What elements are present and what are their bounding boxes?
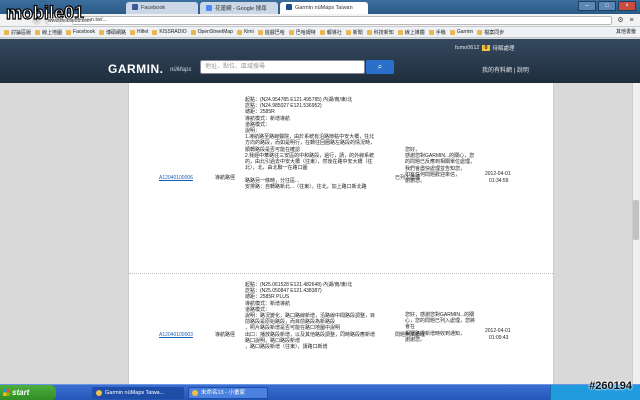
browser-icon [96,390,102,396]
case-reply: 您好， 感謝您對GARMIN...的關心，您的問題已反應到相關單位處理， 我們會… [405,147,476,185]
page-menu-icon[interactable]: ≡ [627,16,636,25]
folder-icon [257,29,263,35]
case-time: 01:09:43 [489,335,509,341]
case-type: 導航路徑 [215,332,236,338]
tab-google-search[interactable]: 花蓮網 - Google 搜尋 [200,2,278,14]
folder-icon [35,29,41,35]
paint-icon [192,390,198,396]
address-bar[interactable]: garmin.tw/... [72,16,612,25]
watermark-url: www.mobile01.com [48,18,92,24]
case-id-link[interactable]: A12040100003 [159,332,193,338]
folder-icon [345,29,351,35]
start-button[interactable]: start [0,385,56,400]
notification-badge: 0 [482,45,490,51]
taskbar-item-browser[interactable]: Garmin nüMaps Taiwa... [92,387,184,399]
bookmark-item[interactable]: Hifiet [130,29,148,35]
bookmark-item[interactable]: Kimi [236,29,254,35]
bookmark-item[interactable]: 線上地圖 [35,29,62,36]
garmin-logo[interactable]: GARMIN. [108,62,164,76]
folder-icon [236,29,242,35]
tab-garmin-numaps[interactable]: Garmin nüMaps Taiwan [280,2,368,14]
bookmark-item[interactable]: Facebook [66,29,95,35]
tab-facebook[interactable]: Facebook [126,2,198,14]
case-type: 導航路徑 [215,175,236,181]
case-id-link[interactable]: A12040100006 [159,175,193,181]
folder-icon [449,29,455,35]
feedback-table: A12040100006 導航路徑 起點：(N24.954785 E121.49… [128,83,554,384]
other-bookmarks[interactable]: 其他書籤 [616,27,636,37]
bookmarks-bar: 討論區版 線上地圖 Facebook 博碩網路 Hifiet KISSRADIO OpenS… [0,27,640,38]
folder-icon [152,29,158,35]
username[interactable]: fumo0612 [455,45,479,51]
search-input[interactable]: 地址、點位、區域搜尋 [200,60,365,74]
table-row: A12040100003 導航路徑 起點：(N25.061528 E121.48… [129,273,553,384]
folder-icon [99,29,104,35]
case-date: 2012-04-01 [485,328,511,334]
bookmark-item[interactable]: Garmin [449,29,473,35]
pending-link[interactable]: 待解處理 [493,44,515,52]
bookmark-item[interactable]: 博碩網路 [99,29,126,36]
case-time: 01:34:59 [489,178,509,184]
search-icon: ⌕ [377,62,383,71]
folder-icon [428,29,434,35]
bookmark-item[interactable]: 巴哈姆特 [288,29,316,36]
folder-icon [366,29,372,35]
case-date: 2012-04-01 [485,171,511,177]
folder-icon [288,29,294,35]
folder-icon [190,29,196,35]
case-detail: 起點：(N24.954785 E121.495785) 內湖/南/東/北 訖點：… [245,97,376,190]
taskbar: start Garmin nüMaps Taiwa... 未命名13 - 小畫家 [0,384,640,400]
wrench-icon[interactable]: ⚙ [616,16,625,25]
bookmark-item[interactable]: 科技新知 [366,29,394,36]
folder-icon [130,29,136,35]
facebook-icon [132,4,138,10]
bookmark-item[interactable]: 檔案同步 [477,29,504,36]
minimize-button[interactable]: – [578,1,596,11]
folder-icon [477,29,483,35]
bookmark-item[interactable]: 新聞 [345,29,363,36]
bookmark-item[interactable]: 討論區版 [4,29,31,36]
scrollbar-thumb[interactable] [633,200,639,240]
bookmark-item[interactable]: 遊戲巴哈 [257,29,285,36]
folder-icon [4,29,9,35]
close-button[interactable]: × [618,1,636,11]
case-detail: 起點：(N25.061528 E121.482648) 內湖/南/東/北 訖點：… [245,282,376,351]
bookmark-item[interactable]: 手機 [428,29,446,36]
maximize-button[interactable]: □ [598,1,616,11]
user-info: fumo0612 0 待解處理 [455,44,515,52]
taskbar-item-paint[interactable]: 未命名13 - 小畫家 [188,387,268,399]
folder-icon [319,29,325,35]
bookmark-item[interactable]: 線上媒體 [397,29,425,36]
bookmark-item[interactable]: KISSRADIO [152,29,187,35]
garmin-icon [286,4,292,10]
table-row: A12040100006 導航路徑 起點：(N24.954785 E121.49… [129,83,553,271]
case-reply: 您好，感謝您對GARMIN...的關心，您的問題已列入處理，您將會在 相關路段新… [405,312,476,343]
numaps-logo: nüMaps [170,67,192,73]
window-controls: – □ × [578,1,636,11]
post-id: #260194 [589,380,632,392]
bookmark-item[interactable]: OpenStreetMap [190,29,233,35]
folder-icon [66,29,72,35]
header-links[interactable]: 我的有料網 | 說明 [482,65,529,74]
bookmark-item[interactable]: 報導社 [319,29,342,36]
google-icon [206,5,212,11]
folder-icon [397,29,403,35]
search-button[interactable]: ⌕ [366,60,394,74]
